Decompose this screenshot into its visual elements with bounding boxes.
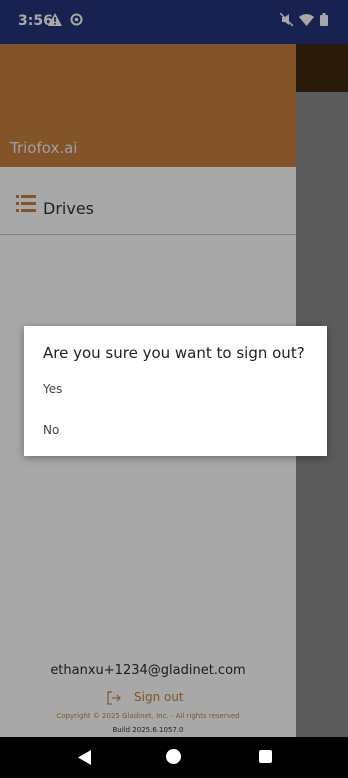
sign-out-dialog: Are you sure you want to sign out? Yes N… [24,326,327,456]
dialog-option-yes[interactable]: Yes [43,382,62,396]
dialog-option-no[interactable]: No [43,423,59,437]
system-nav-bar [0,737,348,778]
recents-icon[interactable] [259,750,272,763]
dialog-title: Are you sure you want to sign out? [43,344,305,362]
back-icon[interactable] [78,750,91,769]
home-icon[interactable] [166,749,181,764]
